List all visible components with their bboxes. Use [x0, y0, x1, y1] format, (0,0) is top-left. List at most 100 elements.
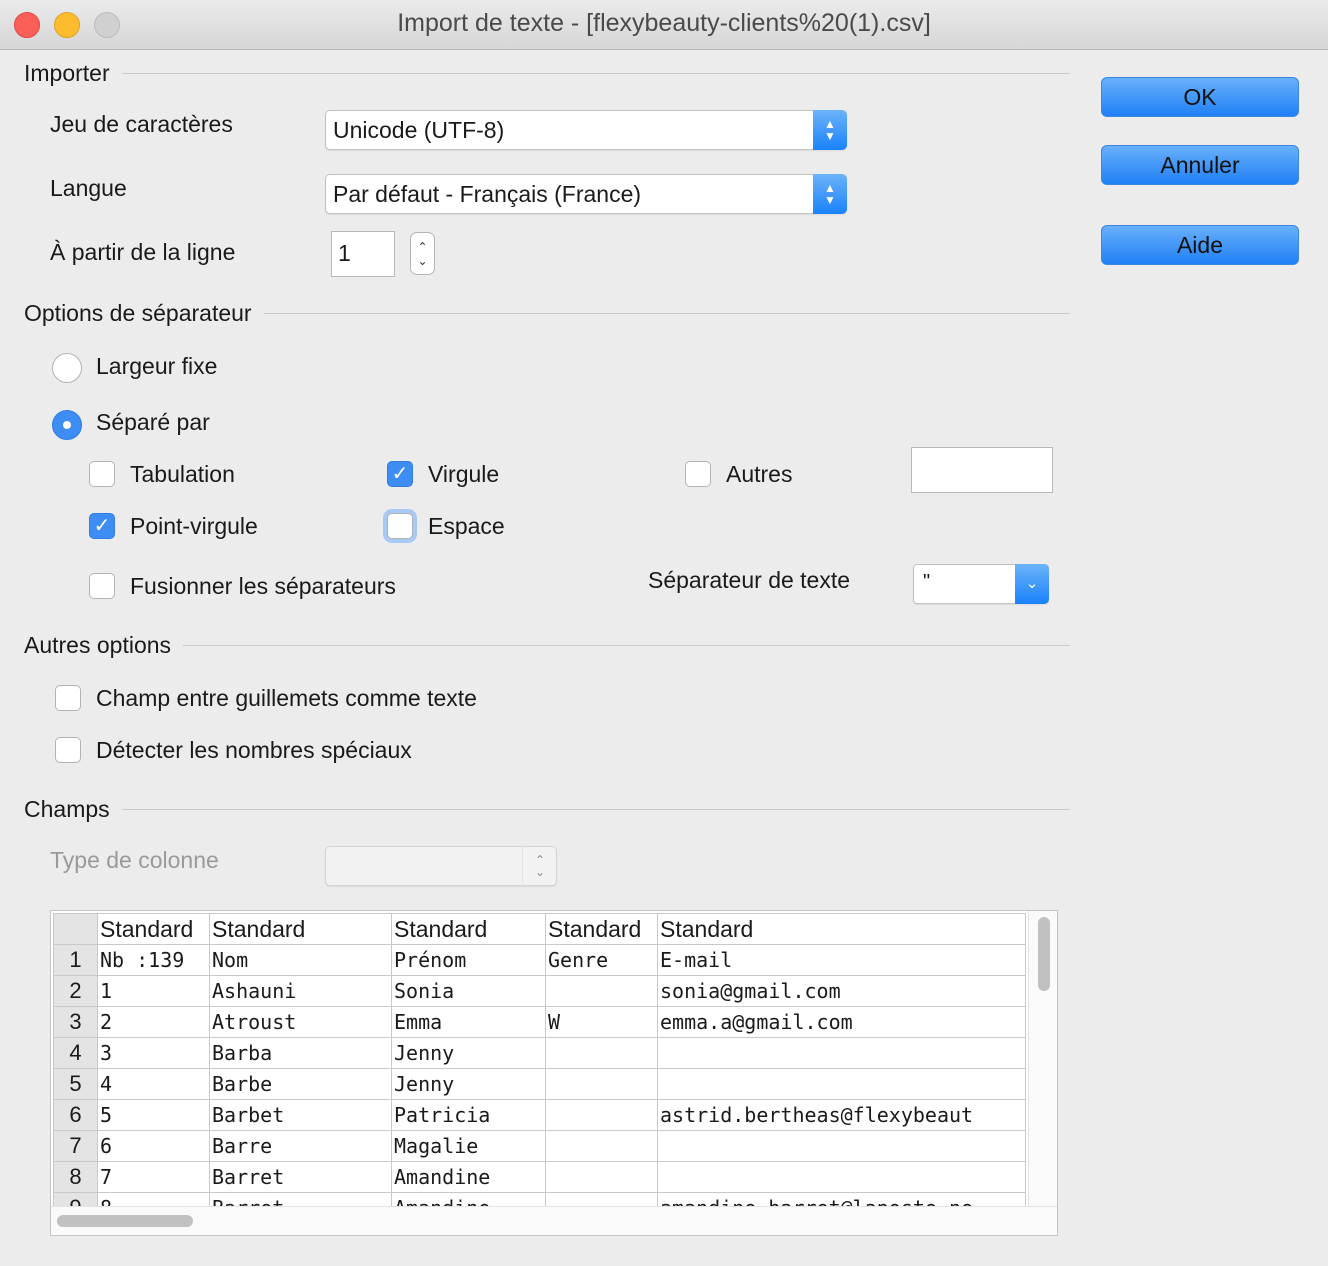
updown-chevron-icon: ▲ ▼ — [813, 110, 847, 150]
table-cell: 6 — [97, 1130, 210, 1162]
table-cell — [545, 1130, 658, 1162]
ok-button[interactable]: OK — [1101, 77, 1299, 117]
table-cell — [657, 1037, 1026, 1069]
table-cell: Atroust — [209, 1006, 392, 1038]
space-label: Espace — [428, 513, 505, 539]
language-label: Langue — [50, 175, 127, 201]
horizontal-scrollbar[interactable] — [51, 1206, 1057, 1235]
preview-table: Standard Standard Standard Standard Stan… — [53, 913, 1026, 1224]
table-cell: 7 — [97, 1161, 210, 1193]
table-cell: Barret — [209, 1161, 392, 1193]
table-cell — [657, 1161, 1026, 1193]
row-number[interactable]: 2 — [53, 975, 98, 1007]
semicolon-checkbox[interactable]: ✓ — [89, 513, 115, 539]
vertical-scrollbar[interactable] — [1028, 911, 1057, 1207]
import-section-header: Importer — [24, 60, 1070, 87]
table-row: 1 Nb :139 Nom Prénom Genre E-mail — [53, 944, 1026, 976]
charset-select[interactable]: Unicode (UTF-8) ▲ ▼ — [325, 110, 847, 150]
column-type-header-row: Standard Standard Standard Standard Stan… — [53, 913, 1026, 945]
column-header[interactable]: Standard — [545, 913, 658, 945]
row-number[interactable]: 8 — [53, 1161, 98, 1193]
chevron-up-icon[interactable]: ⌃ — [417, 240, 427, 254]
title-bar: Import de texte - [flexybeauty-clients%2… — [0, 0, 1328, 50]
column-header[interactable]: Standard — [209, 913, 392, 945]
other-separator-input[interactable] — [911, 447, 1053, 493]
updown-chevron-icon: ⌃ ⌄ — [522, 846, 557, 886]
table-cell — [657, 1068, 1026, 1100]
table-row: 8 7 Barret Amandine — [53, 1161, 1026, 1193]
table-cell: Ashauni — [209, 975, 392, 1007]
table-cell: Nb :139 — [97, 944, 210, 976]
column-header[interactable]: Standard — [391, 913, 546, 945]
table-row: 3 2 Atroust Emma Wemma.a@gmail.com — [53, 1006, 1026, 1038]
row-number[interactable]: 5 — [53, 1068, 98, 1100]
column-header[interactable]: Standard — [657, 913, 1026, 945]
charset-value: Unicode (UTF-8) — [333, 117, 505, 143]
table-cell: Barbe — [209, 1068, 392, 1100]
table-cell — [657, 1130, 1026, 1162]
table-cell: sonia@gmail.com — [657, 975, 1026, 1007]
table-cell: 3 — [97, 1037, 210, 1069]
table-cell — [545, 1161, 658, 1193]
help-button[interactable]: Aide — [1101, 225, 1299, 265]
comma-checkbox[interactable]: ✓ — [387, 461, 413, 487]
row-number[interactable]: 6 — [53, 1099, 98, 1131]
table-cell: emma.a@gmail.com — [657, 1006, 1026, 1038]
table-cell: Prénom — [391, 944, 546, 976]
checkmark-icon: ✓ — [93, 515, 111, 537]
table-cell: Nom — [209, 944, 392, 976]
tab-label: Tabulation — [130, 461, 235, 487]
fixed-width-label: Largeur fixe — [96, 353, 218, 379]
table-cell: Sonia — [391, 975, 546, 1007]
from-row-stepper[interactable]: ⌃ ⌄ — [410, 232, 435, 275]
language-select[interactable]: Par défaut - Français (France) ▲ ▼ — [325, 174, 847, 214]
table-cell: 1 — [97, 975, 210, 1007]
row-number[interactable]: 7 — [53, 1130, 98, 1162]
detect-special-numbers-checkbox[interactable] — [55, 737, 81, 763]
table-cell: astrid.bertheas@flexybeaut — [657, 1099, 1026, 1131]
separated-by-radio[interactable] — [52, 410, 82, 440]
quoted-as-text-checkbox[interactable] — [55, 685, 81, 711]
other-label: Autres — [726, 461, 793, 487]
other-options-heading: Autres options — [24, 632, 172, 658]
other-checkbox[interactable] — [685, 461, 711, 487]
chevron-down-icon[interactable]: ⌄ — [417, 254, 427, 268]
comma-label: Virgule — [428, 461, 500, 487]
table-cell: Barre — [209, 1130, 392, 1162]
scroll-thumb[interactable] — [57, 1215, 193, 1227]
text-delimiter-select[interactable]: " ⌄ — [913, 564, 1049, 604]
table-cell: Magalie — [391, 1130, 546, 1162]
table-row: 4 3 Barba Jenny — [53, 1037, 1026, 1069]
row-number[interactable]: 4 — [53, 1037, 98, 1069]
fields-preview-grid[interactable]: Standard Standard Standard Standard Stan… — [50, 910, 1058, 1236]
separator-heading: Options de séparateur — [24, 300, 252, 326]
column-header[interactable]: Standard — [97, 913, 210, 945]
cancel-button[interactable]: Annuler — [1101, 145, 1299, 185]
table-cell: Amandine — [391, 1161, 546, 1193]
from-row-input[interactable]: 1 — [331, 231, 395, 277]
fields-section-header: Champs — [24, 796, 1070, 823]
space-checkbox[interactable] — [387, 513, 413, 539]
merge-separators-checkbox[interactable] — [89, 573, 115, 599]
row-number[interactable]: 1 — [53, 944, 98, 976]
table-cell: W — [545, 1006, 658, 1038]
table-cell: 4 — [97, 1068, 210, 1100]
scroll-thumb[interactable] — [1038, 917, 1050, 991]
from-row-label: À partir de la ligne — [50, 239, 236, 265]
column-type-select[interactable]: ⌃ ⌄ — [325, 846, 557, 886]
chevron-down-icon: ⌄ — [1015, 564, 1049, 604]
column-type-label: Type de colonne — [50, 847, 219, 873]
separator-section-header: Options de séparateur — [24, 300, 1070, 327]
row-number[interactable]: 3 — [53, 1006, 98, 1038]
charset-label: Jeu de caractères — [50, 111, 233, 137]
table-cell — [545, 1037, 658, 1069]
fixed-width-radio[interactable] — [52, 353, 82, 383]
tab-checkbox[interactable] — [89, 461, 115, 487]
table-cell — [545, 975, 658, 1007]
table-cell: Patricia — [391, 1099, 546, 1131]
quoted-as-text-label: Champ entre guillemets comme texte — [96, 685, 477, 711]
grid-corner — [53, 913, 98, 945]
merge-separators-label: Fusionner les séparateurs — [130, 573, 396, 599]
detect-special-numbers-label: Détecter les nombres spéciaux — [96, 737, 412, 763]
table-cell — [545, 1099, 658, 1131]
